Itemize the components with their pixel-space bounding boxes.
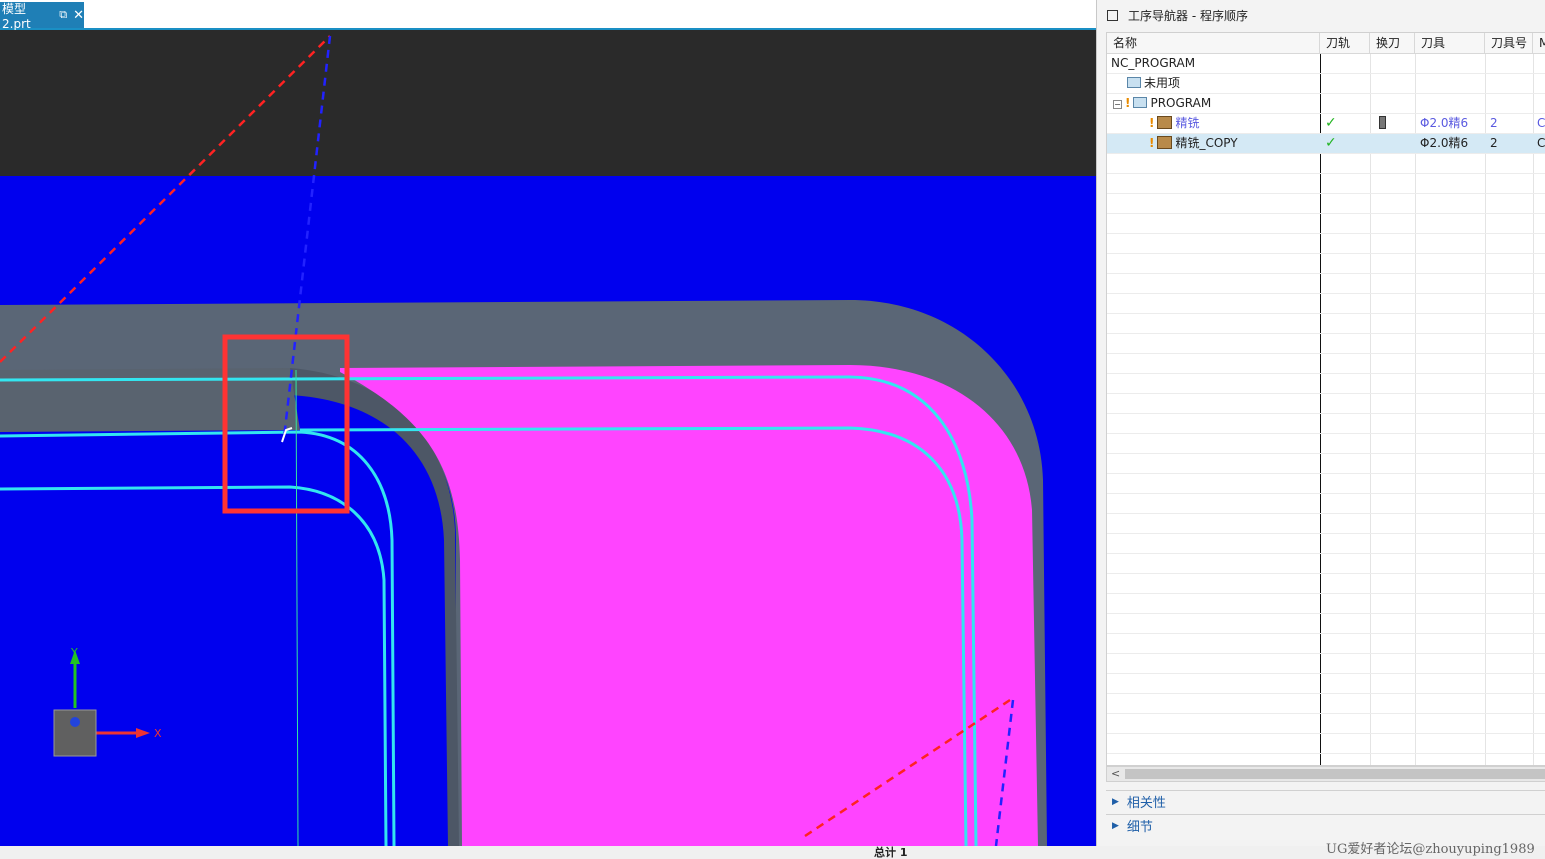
table-row-operation[interactable]: ! 精铣 ✓ Φ2.0精6 2 C xyxy=(1107,114,1545,134)
operation-navigator: 工序导航器 - 程序顺序 名称 刀轨 换刀 刀具 刀具号 M NC_PROGRA… xyxy=(1096,0,1545,846)
warning-icon: ! xyxy=(1149,136,1155,150)
tool-change-icon xyxy=(1379,116,1386,129)
empty-row xyxy=(1107,754,1545,765)
warning-icon: ! xyxy=(1125,96,1131,110)
table-row-program[interactable]: −! PROGRAM xyxy=(1107,94,1545,114)
checkbox-icon[interactable] xyxy=(1107,9,1118,21)
column-header-tool[interactable]: 刀具 xyxy=(1415,33,1485,54)
background-dark-region xyxy=(0,30,1096,176)
column-header-toolpath[interactable]: 刀轨 xyxy=(1320,33,1370,54)
operation-table: 名称 刀轨 换刀 刀具 刀具号 M NC_PROGRAM 未用项 −! PROGR… xyxy=(1106,32,1545,766)
navigator-header: 工序导航器 - 程序顺序 xyxy=(1097,0,1545,30)
status-bar: 总计 1 xyxy=(0,846,1545,859)
row-name: 精铣_COPY xyxy=(1175,136,1238,150)
empty-row xyxy=(1107,574,1545,594)
empty-row xyxy=(1107,634,1545,654)
warning-icon: ! xyxy=(1149,116,1155,130)
empty-row xyxy=(1107,434,1545,454)
row-tool: Φ2.0精6 xyxy=(1420,116,1469,130)
row-name: 精铣 xyxy=(1175,116,1200,130)
table-row-nc-program[interactable]: NC_PROGRAM xyxy=(1107,54,1545,74)
row-name: PROGRAM xyxy=(1150,96,1212,110)
empty-row xyxy=(1107,654,1545,674)
empty-row xyxy=(1107,714,1545,734)
empty-row xyxy=(1107,694,1545,714)
empty-row xyxy=(1107,394,1545,414)
empty-row xyxy=(1107,314,1545,334)
row-m: C xyxy=(1537,116,1545,130)
empty-row xyxy=(1107,174,1545,194)
column-header-tool-change[interactable]: 换刀 xyxy=(1370,33,1415,54)
scroll-left-icon[interactable]: < xyxy=(1111,767,1120,780)
column-header-name[interactable]: 名称 xyxy=(1107,33,1320,54)
row-name: 未用项 xyxy=(1144,76,1181,90)
empty-row xyxy=(1107,254,1545,274)
section-details[interactable]: ▶ 细节 xyxy=(1106,814,1545,836)
graphics-viewport[interactable]: 模型2.prt ⧉ ✕ Y X xyxy=(0,0,1096,846)
empty-row xyxy=(1107,374,1545,394)
axis-x-label: X xyxy=(154,727,162,740)
model-scene[interactable]: Y X xyxy=(0,30,1096,846)
file-tab-bar: 模型2.prt ⧉ ✕ xyxy=(0,0,1096,31)
row-tool-number: 2 xyxy=(1490,136,1498,150)
section-label: 细节 xyxy=(1126,820,1153,835)
restore-window-icon[interactable]: ⧉ xyxy=(59,8,67,22)
empty-row xyxy=(1107,414,1545,434)
empty-row xyxy=(1107,454,1545,474)
empty-row xyxy=(1107,214,1545,234)
empty-row xyxy=(1107,154,1545,174)
close-tab-icon[interactable]: ✕ xyxy=(73,8,84,23)
folder-icon xyxy=(1133,97,1148,108)
operation-icon xyxy=(1157,136,1173,149)
expand-triangle-icon: ▶ xyxy=(1112,820,1119,831)
empty-row xyxy=(1107,494,1545,514)
table-row-operation-copy[interactable]: ! 精铣_COPY ✓ Φ2.0精6 2 C xyxy=(1107,134,1545,154)
table-row-unused[interactable]: 未用项 xyxy=(1107,74,1545,94)
empty-row xyxy=(1107,514,1545,534)
folder-icon xyxy=(1127,77,1141,88)
axis-y-label: Y xyxy=(70,646,78,659)
empty-row xyxy=(1107,534,1545,554)
section-label: 相关性 xyxy=(1126,796,1166,811)
empty-row xyxy=(1107,234,1545,254)
empty-row xyxy=(1107,614,1545,634)
empty-row xyxy=(1107,334,1545,354)
floor-region xyxy=(0,432,300,846)
empty-row xyxy=(1107,194,1545,214)
empty-row xyxy=(1107,734,1545,754)
row-tool-number: 2 xyxy=(1490,116,1498,130)
column-header-m[interactable]: M xyxy=(1533,33,1545,54)
empty-row xyxy=(1107,474,1545,494)
empty-row xyxy=(1107,274,1545,294)
empty-row xyxy=(1107,354,1545,374)
expand-triangle-icon: ▶ xyxy=(1112,796,1119,807)
empty-row xyxy=(1107,294,1545,314)
column-header-tool-number[interactable]: 刀具号 xyxy=(1485,33,1533,54)
row-tool: Φ2.0精6 xyxy=(1420,136,1469,150)
empty-row xyxy=(1107,554,1545,574)
operation-icon xyxy=(1157,116,1173,129)
watermark-text: UG爱好者论坛@zhouyuping1989 xyxy=(1326,842,1535,857)
file-tab[interactable]: 模型2.prt ⧉ ✕ xyxy=(0,1,84,31)
collapse-icon[interactable]: − xyxy=(1113,100,1122,109)
section-dependencies[interactable]: ▶ 相关性 xyxy=(1106,790,1545,812)
app-window: 模型2.prt ⧉ ✕ Y X 工序导航器 - 程序顺序 名称 刀轨 换刀 刀具… xyxy=(0,0,1545,859)
toolpath-check-icon: ✓ xyxy=(1325,135,1337,151)
scrollbar-thumb[interactable] xyxy=(1125,769,1545,779)
empty-row xyxy=(1107,674,1545,694)
toolpath-check-icon: ✓ xyxy=(1325,115,1337,131)
empty-row xyxy=(1107,594,1545,614)
row-m: C xyxy=(1537,136,1545,150)
row-name: NC_PROGRAM xyxy=(1111,56,1196,70)
navigator-title: 工序导航器 - 程序顺序 xyxy=(1128,8,1248,23)
file-tab-label: 模型2.prt xyxy=(2,1,31,31)
horizontal-scrollbar[interactable]: < xyxy=(1106,766,1545,782)
status-total: 总计 1 xyxy=(874,846,908,859)
